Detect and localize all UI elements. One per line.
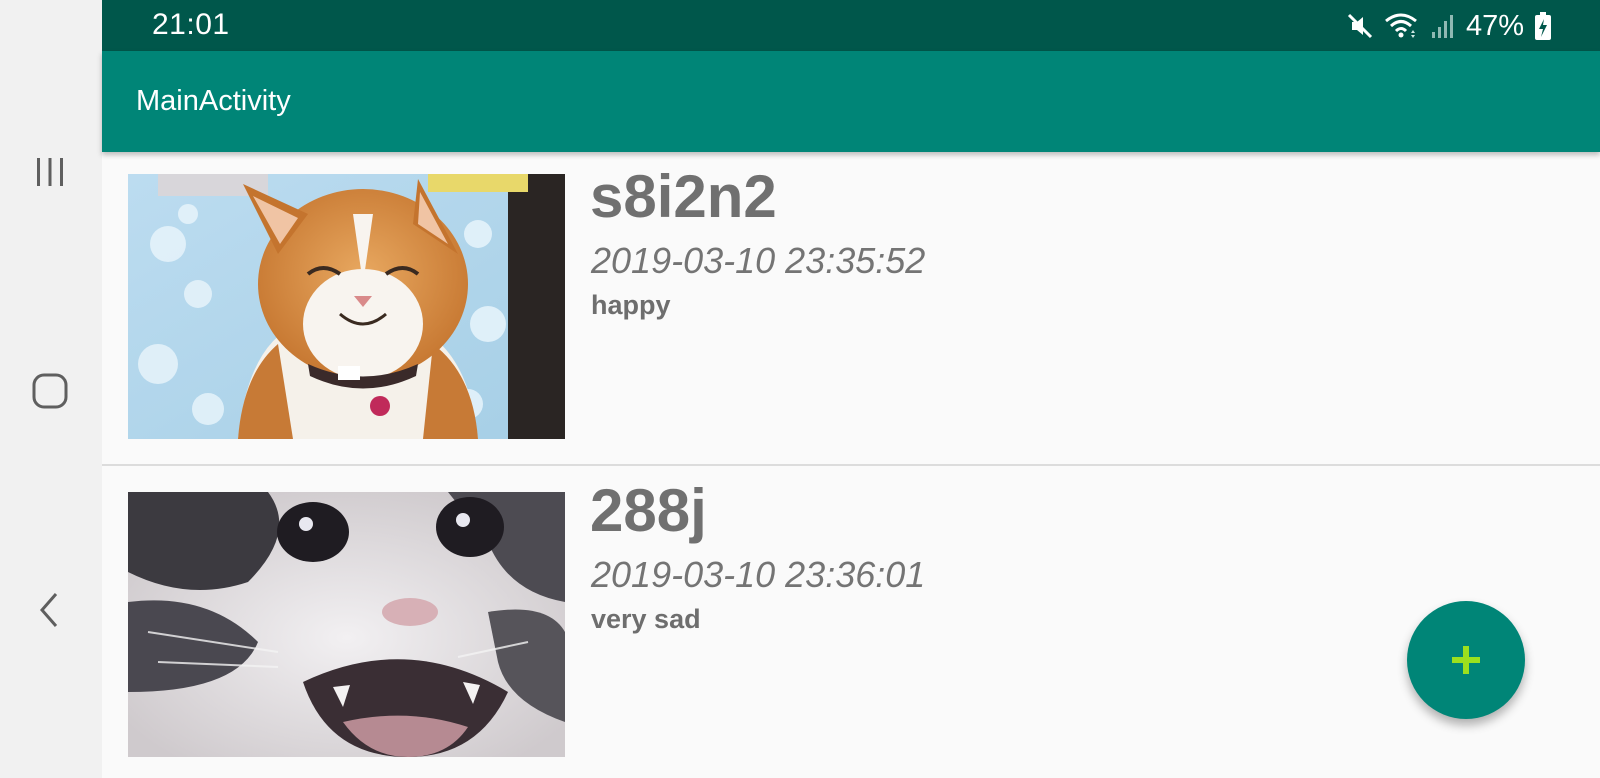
recents-icon xyxy=(37,158,63,186)
battery-charging-icon xyxy=(1535,12,1551,40)
phone-screen: 21:01 47% MainActivity s8i2n2 2019-03-10… xyxy=(0,0,1600,778)
signal-icon xyxy=(1431,15,1453,38)
app-window: 21:01 47% MainActivity s8i2n2 2019-03-10… xyxy=(102,0,1600,778)
list-item[interactable]: 288j 2019-03-10 23:36:01 very sad xyxy=(102,466,1600,778)
recents-button[interactable] xyxy=(20,142,80,202)
wifi-icon xyxy=(1385,13,1417,38)
item-date: 2019-03-10 23:36:01 xyxy=(591,554,926,595)
home-icon xyxy=(32,373,68,409)
status-icons: 47% xyxy=(1346,7,1552,45)
happy-cat-photo xyxy=(128,174,565,439)
home-button[interactable] xyxy=(20,361,80,421)
list-item[interactable]: s8i2n2 2019-03-10 23:35:52 happy xyxy=(102,152,1600,466)
status-time: 21:01 xyxy=(152,8,230,41)
item-description: very sad xyxy=(591,604,701,634)
item-title: s8i2n2 xyxy=(590,163,777,230)
entry-list[interactable]: s8i2n2 2019-03-10 23:35:52 happy 288j 20… xyxy=(102,152,1600,778)
item-date: 2019-03-10 23:35:52 xyxy=(591,240,926,281)
item-title: 288j xyxy=(590,477,707,544)
back-button[interactable] xyxy=(20,580,80,640)
app-toolbar: MainActivity xyxy=(102,51,1600,152)
battery-percentage: 47% xyxy=(1465,9,1524,42)
add-entry-button[interactable] xyxy=(1407,601,1525,719)
system-navigation-bar xyxy=(0,0,102,778)
crying-cat-photo xyxy=(128,492,565,757)
status-bar: 21:01 47% xyxy=(102,0,1600,51)
mute-icon xyxy=(1347,13,1373,39)
item-description: happy xyxy=(591,290,671,320)
back-icon xyxy=(40,593,58,627)
plus-icon xyxy=(1452,646,1480,674)
app-title: MainActivity xyxy=(136,85,291,117)
